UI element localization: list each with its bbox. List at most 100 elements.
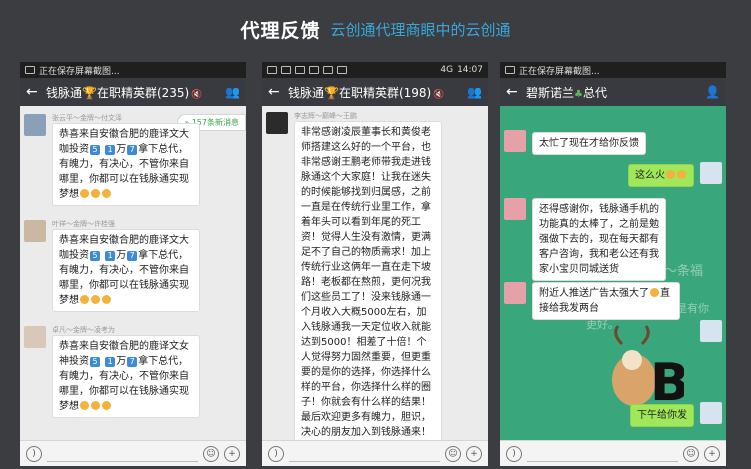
chat-message: 太忙了现在才给你反馈 (504, 130, 722, 158)
message-bubble[interactable]: 非常感谢凌辰董事长和黄俊老师搭建这么好的一个平台，也非常感谢王鹏老师带我走进钱脉… (294, 121, 442, 440)
chat-message: 李志辉～巅峰～王鹏 非常感谢凌辰董事长和黄俊老师搭建这么好的一个平台，也非常感谢… (266, 112, 484, 440)
message-bubble[interactable]: 恭喜来自安徽合肥的鹿译文女神投资 5 1 万 7 拿下总代，有魄力，有决心，不管你来自哪… (52, 335, 200, 418)
input-bar: ) ☺ + (500, 440, 726, 466)
avatar[interactable] (504, 130, 526, 152)
chat-message: 卓凡～金牌～凌考为 恭喜来自安徽合肥的鹿译文女神投资 5 1 万 7 拿下总代，有魄力，… (24, 326, 242, 426)
message-bubble[interactable]: 下午给你发 (630, 404, 694, 427)
avatar[interactable] (504, 198, 526, 220)
sender-name: 叶祥～金牌～许桂强 (52, 220, 115, 228)
thumbs-up-icon (677, 170, 686, 179)
group-members-icon[interactable]: 👥 (222, 85, 240, 99)
chat-titlebar: ← 碧斯诺兰♣总代 👤 (500, 78, 726, 106)
plus-icon[interactable]: + (466, 445, 482, 462)
status-bar: 正在保存屏幕截图... (500, 62, 726, 78)
avatar[interactable] (700, 402, 722, 424)
thumbs-up-icon (91, 401, 100, 410)
chat-message: 下午给你发 (504, 402, 722, 430)
trophy-icon: 🏆 (82, 85, 97, 100)
avatar[interactable] (266, 112, 288, 134)
banner-subtitle: 云创通代理商眼中的云创通 (330, 20, 511, 39)
chat-message: 这么火 (504, 162, 722, 190)
chat-message: 张云平～金牌～付文泽 恭喜来自安徽合肥的鹿译文大咖投资 5 1 万 7 拿下总代，有魄力… (24, 114, 242, 214)
sender-name: 李志辉～巅峰～王鹏 (294, 112, 357, 120)
avatar[interactable] (700, 320, 722, 342)
phone-screenshot-3: 正在保存屏幕截图... ← 碧斯诺兰♣总代 👤 群宇团队～条福 是有你 更好。 … (500, 62, 726, 466)
thumbs-up-icon (80, 401, 89, 410)
message-bubble[interactable]: 还得感谢你，钱脉通手机的功能真的太棒了，之前是勉强做下去的，现在每天都有客户咨询… (532, 198, 666, 281)
avatar[interactable] (24, 220, 46, 242)
thumbs-up-icon (91, 295, 100, 304)
notification-icon (323, 66, 333, 74)
chat-message: 叶祥～金牌～许桂强 恭喜来自安徽合肥的鹿译文大咖投资 5 1 万 7 拿下总代，有魄力，… (24, 220, 242, 320)
chat-titlebar: ← 钱脉通🏆在职精英群(198) 🔇 👥 (262, 78, 488, 106)
back-arrow-icon[interactable]: ← (268, 84, 284, 100)
avatar[interactable] (504, 282, 526, 304)
message-bubble[interactable]: 这么火 (628, 164, 694, 187)
emoji-icon[interactable]: ☺ (683, 445, 699, 462)
back-arrow-icon[interactable]: ← (26, 84, 42, 100)
input-bar: ) ☺ + (20, 440, 246, 466)
chat-message: 附近人推送广告太强大了 直接给我发两台 (504, 282, 722, 320)
input-bar: ) ☺ + (262, 440, 488, 466)
status-time: 14:07 (457, 65, 483, 75)
screenshot-icon (505, 66, 515, 74)
chat-title: 钱脉通🏆在职精英群(235) 🔇 (46, 85, 203, 100)
thumbs-up-icon (102, 401, 111, 410)
notification-icon (309, 66, 319, 74)
thumbs-up-icon (102, 295, 111, 304)
notification-icon (337, 66, 347, 74)
mute-icon: 🔇 (191, 89, 203, 100)
plus-icon[interactable]: + (704, 445, 720, 462)
chat-content: » 157条新消息 张云平～金牌～付文泽 恭喜来自安徽合肥的鹿译文大咖投资5 1… (20, 106, 246, 440)
notification-icon (267, 66, 277, 74)
signal-icon: 4G (440, 65, 454, 75)
chat-message (504, 320, 722, 348)
status-bar: 正在保存屏幕截图... (20, 62, 246, 78)
thumbs-up-icon (102, 189, 111, 198)
message-input[interactable] (527, 446, 678, 462)
chat-titlebar: ← 钱脉通🏆在职精英群(235) 🔇 👥 (20, 78, 246, 106)
message-bubble[interactable]: 恭喜来自安徽合肥的鹿译文大咖投资 5 1 万 7 拿下总代，有魄力，有决心，不管你来自哪… (52, 229, 200, 312)
message-bubble[interactable]: 太忙了现在才给你反馈 (532, 132, 646, 155)
plus-icon[interactable]: + (224, 445, 240, 462)
message-input[interactable] (289, 446, 440, 462)
chat-title: 钱脉通🏆在职精英群(198) 🔇 (288, 85, 445, 100)
message-input[interactable] (47, 446, 198, 462)
thumbs-up-icon (650, 288, 659, 297)
contact-info-icon[interactable]: 👤 (702, 85, 720, 99)
mute-icon: 🔇 (433, 89, 445, 100)
banner: 代理反馈 云创通代理商眼中的云创通 (0, 0, 751, 58)
chat-title: 碧斯诺兰♣总代 (526, 85, 607, 100)
chat-content: 李志辉～巅峰～王鹏 非常感谢凌辰董事长和黄俊老师搭建这么好的一个平台，也非常感谢… (262, 106, 488, 440)
emoji-icon[interactable]: ☺ (203, 445, 219, 462)
status-bar: 4G 14:07 (262, 62, 488, 78)
message-bubble[interactable]: 恭喜来自安徽合肥的鹿译文大咖投资 5 1 万 7 拿下总代，有魄力，有决心，不管你来自哪… (52, 123, 200, 206)
message-bubble[interactable]: 附近人推送广告太强大了 直接给我发两台 (532, 282, 680, 320)
clover-icon: ♣ (574, 88, 583, 100)
emoji-icon[interactable]: ☺ (445, 445, 461, 462)
group-members-icon[interactable]: 👥 (464, 85, 482, 99)
thumbs-up-icon (80, 295, 89, 304)
thumbs-up-icon (91, 189, 100, 198)
notification-icon (281, 66, 291, 74)
banner-title: 代理反馈 (240, 19, 321, 42)
screenshot-icon (25, 66, 35, 74)
phone-screenshot-1: 正在保存屏幕截图... ← 钱脉通🏆在职精英群(235)🔇 👥 » 157条新消… (20, 62, 246, 466)
phone-screenshot-2: 4G 14:07 ← 钱脉通🏆在职精英群(198) 🔇 👥 李志辉～巅峰～王鹏 非… (262, 62, 488, 466)
back-arrow-icon[interactable]: ← (506, 84, 522, 100)
chat-message: 还得感谢你，钱脉通手机的功能真的太棒了，之前是勉强做下去的，现在每天都有客户咨询… (504, 198, 722, 281)
thumbs-up-icon (80, 189, 89, 198)
avatar[interactable] (24, 326, 46, 348)
thumbs-up-icon (666, 170, 675, 179)
notification-icon (295, 66, 305, 74)
status-text: 正在保存屏幕截图... (519, 66, 600, 77)
avatar[interactable] (24, 114, 46, 136)
voice-icon[interactable]: ) (268, 445, 284, 462)
chat-content: 群宇团队～条福 是有你 更好。 B 太忙了现在才给你反馈 这么火 还得感谢你，钱… (500, 106, 726, 440)
voice-icon[interactable]: ) (506, 445, 522, 462)
avatar[interactable] (700, 162, 722, 184)
sender-name: 张云平～金牌～付文泽 (52, 114, 122, 122)
status-text: 正在保存屏幕截图... (39, 66, 120, 77)
voice-icon[interactable]: ) (26, 445, 42, 462)
sender-name: 卓凡～金牌～凌考为 (52, 326, 115, 334)
